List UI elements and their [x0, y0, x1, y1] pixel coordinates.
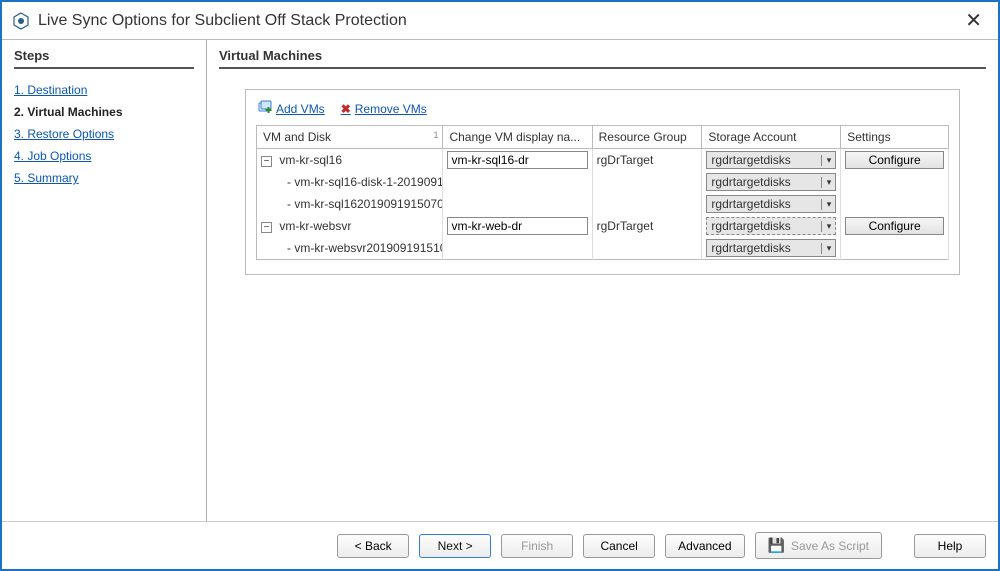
dialog-footer: < Back Next > Finish Cancel Advanced 💾 S…: [2, 521, 998, 569]
storage-account-cell: rgdrtargetdisks ▾: [702, 237, 841, 260]
storage-account-cell: rgdrtargetdisks ▾: [702, 171, 841, 193]
close-icon[interactable]: ✕: [959, 8, 988, 33]
chevron-down-icon: ▾: [821, 155, 832, 166]
storage-account-dropdown[interactable]: rgdrtargetdisks ▾: [706, 151, 836, 169]
storage-account-dropdown[interactable]: rgdrtargetdisks ▾: [706, 195, 836, 213]
remove-vms-label: Remove VMs: [355, 102, 427, 116]
settings-cell: Configure: [841, 215, 949, 237]
chevron-down-icon: ▾: [821, 177, 832, 188]
main-panel: Virtual Machines Add VMs: [207, 40, 998, 521]
cancel-button[interactable]: Cancel: [583, 534, 655, 558]
vm-cell[interactable]: − vm-kr-sql16: [257, 149, 443, 172]
col-display-name[interactable]: Change VM display na...: [443, 126, 592, 149]
vm-toolbar: Add VMs ✖ Remove VMs: [256, 100, 949, 125]
col-vm-and-disk[interactable]: VM and Disk 1: [257, 126, 443, 149]
disk-cell[interactable]: - vm-kr-sql1620190919150704.vhd: [257, 193, 443, 215]
step-restore-options[interactable]: 3. Restore Options: [14, 123, 194, 145]
back-button[interactable]: < Back: [337, 534, 409, 558]
settings-cell: Configure: [841, 149, 949, 172]
section-header: Virtual Machines: [219, 44, 986, 69]
storage-account-dropdown[interactable]: rgdrtargetdisks ▾: [706, 239, 836, 257]
vm-label: vm-kr-websvr: [279, 219, 351, 233]
grid-header-row: VM and Disk 1 Change VM display na... Re…: [257, 126, 949, 149]
sort-indicator: 1: [433, 130, 438, 140]
steps-header: Steps: [14, 44, 194, 69]
storage-account-value: rgdrtargetdisks: [711, 197, 820, 211]
storage-account-cell: rgdrtargetdisks ▾: [702, 193, 841, 215]
dialog-body: Steps 1. Destination 2. Virtual Machines…: [2, 40, 998, 521]
save-label: Save As Script: [791, 539, 869, 553]
storage-account-cell: rgdrtargetdisks ▾: [702, 215, 841, 237]
col-resource-group[interactable]: Resource Group: [592, 126, 702, 149]
remove-vms-icon: ✖: [341, 102, 351, 116]
app-icon: [12, 12, 30, 30]
window-title: Live Sync Options for Subclient Off Stac…: [38, 12, 959, 30]
save-icon: 💾: [768, 537, 785, 554]
step-summary[interactable]: 5. Summary: [14, 167, 194, 189]
table-row: − vm-kr-sql16 rgDrTarget rgdrtargetdisks: [257, 149, 949, 172]
vm-grid: VM and Disk 1 Change VM display na... Re…: [256, 125, 949, 260]
next-button[interactable]: Next >: [419, 534, 491, 558]
vm-label: vm-kr-sql16: [279, 153, 342, 167]
vm-cell[interactable]: − vm-kr-websvr: [257, 215, 443, 237]
chevron-down-icon: ▾: [821, 243, 832, 254]
storage-account-dropdown[interactable]: rgdrtargetdisks ▾: [706, 173, 836, 191]
display-name-input[interactable]: [447, 151, 587, 169]
add-vms-label: Add VMs: [276, 102, 325, 116]
storage-account-value: rgdrtargetdisks: [711, 153, 820, 167]
remove-vms-link[interactable]: ✖ Remove VMs: [341, 100, 427, 117]
storage-account-value: rgdrtargetdisks: [711, 241, 820, 255]
storage-account-dropdown[interactable]: rgdrtargetdisks ▾: [706, 217, 836, 235]
table-row: - vm-kr-sql1620190919150704.vhd rgdrtarg…: [257, 193, 949, 215]
col-vm-label: VM and Disk: [263, 130, 331, 144]
display-name-cell: [443, 149, 592, 172]
help-button[interactable]: Help: [914, 534, 986, 558]
configure-button[interactable]: Configure: [845, 151, 944, 169]
storage-account-cell: rgdrtargetdisks ▾: [702, 149, 841, 172]
col-settings[interactable]: Settings: [841, 126, 949, 149]
table-row: - vm-kr-websvr20190919151059.... rgdrtar…: [257, 237, 949, 260]
finish-button: Finish: [501, 534, 573, 558]
storage-account-value: rgdrtargetdisks: [711, 175, 820, 189]
title-bar: Live Sync Options for Subclient Off Stac…: [2, 2, 998, 40]
chevron-down-icon: ▾: [821, 199, 832, 210]
resource-group-cell: rgDrTarget: [592, 215, 702, 237]
save-as-script-button: 💾 Save As Script: [755, 532, 882, 559]
disk-cell[interactable]: - vm-kr-websvr20190919151059....: [257, 237, 443, 260]
chevron-down-icon: ▾: [821, 221, 832, 232]
steps-panel: Steps 1. Destination 2. Virtual Machines…: [2, 40, 207, 521]
configure-button[interactable]: Configure: [845, 217, 944, 235]
step-virtual-machines[interactable]: 2. Virtual Machines: [14, 101, 194, 123]
storage-account-value: rgdrtargetdisks: [711, 219, 820, 233]
dialog-window: Live Sync Options for Subclient Off Stac…: [0, 0, 1000, 571]
step-destination[interactable]: 1. Destination: [14, 79, 194, 101]
step-job-options[interactable]: 4. Job Options: [14, 145, 194, 167]
collapse-icon[interactable]: −: [261, 222, 272, 233]
add-vms-link[interactable]: Add VMs: [258, 100, 325, 117]
col-storage-account[interactable]: Storage Account: [702, 126, 841, 149]
vm-content-box: Add VMs ✖ Remove VMs VM a: [245, 89, 960, 275]
advanced-button[interactable]: Advanced: [665, 534, 744, 558]
display-name-input[interactable]: [447, 217, 587, 235]
disk-cell[interactable]: - vm-kr-sql16-disk-1-20190919150...: [257, 171, 443, 193]
collapse-icon[interactable]: −: [261, 156, 272, 167]
table-row: - vm-kr-sql16-disk-1-20190919150... rgdr…: [257, 171, 949, 193]
resource-group-cell: rgDrTarget: [592, 149, 702, 172]
table-row: − vm-kr-websvr rgDrTarget rgdrtargetdisk…: [257, 215, 949, 237]
add-vms-icon: [258, 100, 272, 117]
display-name-cell: [443, 215, 592, 237]
